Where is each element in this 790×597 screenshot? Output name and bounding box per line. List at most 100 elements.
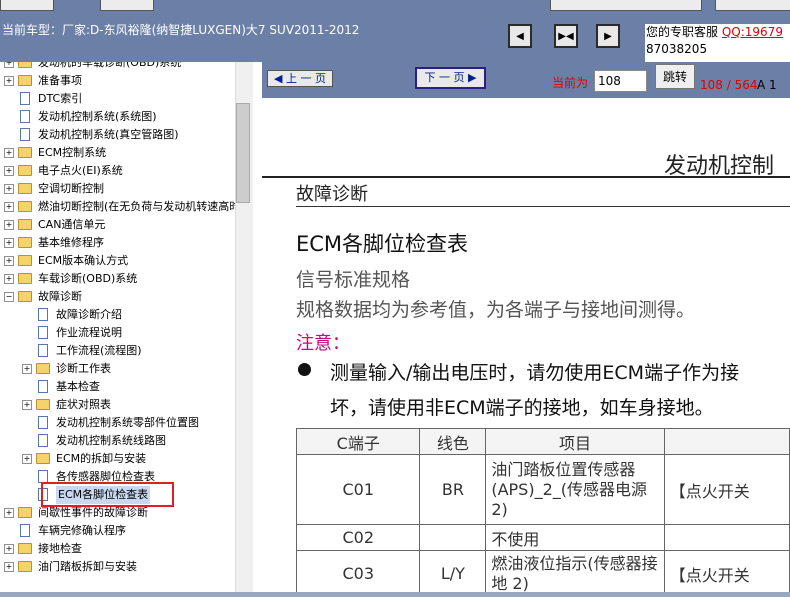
tree-item[interactable]: DTC索引 xyxy=(0,90,235,108)
tree-item[interactable]: 发动机控制系统(真空管路图) xyxy=(0,126,235,144)
tree-item[interactable]: − 故障诊断 xyxy=(0,288,235,306)
catalog-tree: + 发动机的车载诊断(OBD)系统 + 准备事项 DTC索引发动机控制系统(系统图) 发动… xyxy=(0,62,235,592)
service-qq-link[interactable]: QQ:19679 xyxy=(722,25,783,39)
fit-width-button[interactable]: ▶◀ xyxy=(554,24,578,48)
document-icon xyxy=(20,92,30,105)
tree-item[interactable]: 故障诊断介绍 xyxy=(0,306,235,324)
tree-item-label: 空调切断控制 xyxy=(38,182,104,195)
customer-service: 您的专职客服 QQ:19679 87038205 xyxy=(645,24,790,62)
collapse-icon[interactable]: − xyxy=(4,292,14,302)
page-number-input[interactable] xyxy=(594,70,647,92)
tree-item[interactable]: 发动机控制系统线路图 xyxy=(0,432,235,450)
folder-icon xyxy=(18,147,32,158)
tree-item[interactable]: + 油门踏板拆卸与安装 xyxy=(0,558,235,576)
tree-item[interactable]: 工作流程(流程图) xyxy=(0,342,235,360)
toolbar-button-1[interactable] xyxy=(0,0,54,11)
toolbar-button-4[interactable] xyxy=(715,0,790,11)
expand-icon[interactable]: + xyxy=(4,62,14,68)
tree-item-label: 发动机的车载诊断(OBD)系统 xyxy=(38,62,182,69)
expand-icon[interactable]: + xyxy=(4,544,14,554)
col-header-color: 线色 xyxy=(419,428,487,455)
last-page-button[interactable]: ▶ xyxy=(596,24,620,48)
tree-item[interactable]: 基本检查 xyxy=(0,378,235,396)
tree-item[interactable]: + 基本维修程序 xyxy=(0,234,235,252)
tree-item[interactable]: + 诊断工作表 xyxy=(0,360,235,378)
folder-icon xyxy=(36,399,50,410)
expand-icon[interactable]: + xyxy=(4,76,14,86)
doc-section: 故障诊断 xyxy=(296,184,368,205)
col-header-condition xyxy=(663,428,790,455)
note-label: 注意： xyxy=(296,333,350,354)
folder-icon xyxy=(18,201,32,212)
folder-icon xyxy=(18,291,32,302)
tree-item[interactable]: + 准备事项 xyxy=(0,72,235,90)
tree-item[interactable]: + CAN通信单元 xyxy=(0,216,235,234)
toolbar-button-3[interactable] xyxy=(550,0,702,11)
document-icon xyxy=(38,434,48,447)
expand-icon[interactable]: + xyxy=(4,508,14,518)
expand-icon[interactable]: + xyxy=(4,220,14,230)
document-icon xyxy=(20,524,30,537)
expand-icon[interactable]: + xyxy=(4,148,14,158)
expand-icon[interactable]: + xyxy=(22,364,32,374)
table-row: C02 不使用 xyxy=(295,524,790,551)
tree-item[interactable]: + ECM控制系统 xyxy=(0,144,235,162)
tree-item[interactable]: + 电子点火(EI)系统 xyxy=(0,162,235,180)
tree-item[interactable]: + ECM的拆卸与安装 xyxy=(0,450,235,468)
pin-check-table: C端子 线色 项目 C01 BR 油门踏板位置传感器(APS)_2_(传感器电源… xyxy=(295,428,790,592)
tree-item[interactable]: + 车载诊断(OBD)系统 xyxy=(0,270,235,288)
document-icon xyxy=(38,326,48,339)
expand-icon[interactable]: + xyxy=(4,238,14,248)
tree-item-label: 基本检查 xyxy=(56,380,100,393)
folder-icon xyxy=(18,273,32,284)
expand-icon[interactable]: + xyxy=(4,166,14,176)
tree-item[interactable]: 车辆完修确认程序 xyxy=(0,522,235,540)
tree-item[interactable]: + 空调切断控制 xyxy=(0,180,235,198)
tree-item[interactable]: 发动机控制系统(系统图) xyxy=(0,108,235,126)
page-suffix: A 1 xyxy=(757,78,777,92)
expand-icon[interactable]: + xyxy=(22,400,32,410)
note-line-1: 测量输入/输出电压时，请勿使用ECM端子作为接 xyxy=(330,362,740,384)
jump-button[interactable]: 跳转 xyxy=(655,64,695,89)
folder-icon xyxy=(18,165,32,176)
cell-color: BR xyxy=(419,454,487,525)
cell-condition: 【点火开关 xyxy=(663,550,790,592)
document-icon xyxy=(38,416,48,429)
document-icon xyxy=(20,110,30,123)
tree-scrollbar-thumb[interactable] xyxy=(236,103,250,203)
tree-item-label: 发动机控制系统(系统图) xyxy=(38,110,157,123)
tree-item[interactable]: + 接地检查 xyxy=(0,540,235,558)
cell-item: 油门踏板位置传感器(APS)_2_(传感器电源2) xyxy=(485,454,665,525)
expand-icon[interactable]: + xyxy=(4,202,14,212)
tree-item[interactable]: 作业流程说明 xyxy=(0,324,235,342)
bullet-icon xyxy=(298,363,311,376)
tree-item[interactable]: 发动机控制系统零部件位置图 xyxy=(0,414,235,432)
document-icon xyxy=(20,128,30,141)
expand-icon[interactable]: + xyxy=(4,184,14,194)
folder-icon xyxy=(18,237,32,248)
prev-page-button[interactable]: ◀ 上 一 页 xyxy=(267,70,333,87)
folder-icon xyxy=(18,75,32,86)
cell-color xyxy=(419,524,487,551)
folder-icon xyxy=(36,453,50,464)
cell-condition: 【点火开关 xyxy=(663,454,790,525)
tree-item[interactable]: + ECM版本确认方式 xyxy=(0,252,235,270)
expand-icon[interactable]: + xyxy=(22,454,32,464)
next-page-label: 下 一 页 xyxy=(424,71,465,84)
expand-icon[interactable]: + xyxy=(4,274,14,284)
doc-description: 规格数据均为参考值，为各端子与接地间测得。 xyxy=(296,299,696,321)
tree-item[interactable]: + 发动机的车载诊断(OBD)系统 xyxy=(0,62,235,72)
cell-terminal: C03 xyxy=(295,550,421,592)
doc-title: ECM各脚位检查表 xyxy=(296,232,469,256)
tree-item[interactable]: + 燃油切断控制(在无负荷与发动机转速高时 xyxy=(0,198,235,216)
first-page-button[interactable]: ◀ xyxy=(508,24,532,48)
tree-item-label: 电子点火(EI)系统 xyxy=(38,164,123,177)
expand-icon[interactable]: + xyxy=(4,256,14,266)
tree-item[interactable]: + 症状对照表 xyxy=(0,396,235,414)
table-row: C03 L/Y 燃油液位指示(传感器接地 2) 【点火开关 xyxy=(295,550,790,592)
next-page-button[interactable]: 下 一 页 ▶ xyxy=(415,67,486,89)
folder-icon xyxy=(18,183,32,194)
service-phone: 87038205 xyxy=(646,42,708,56)
toolbar-button-2[interactable] xyxy=(100,0,154,11)
expand-icon[interactable]: + xyxy=(4,562,14,572)
